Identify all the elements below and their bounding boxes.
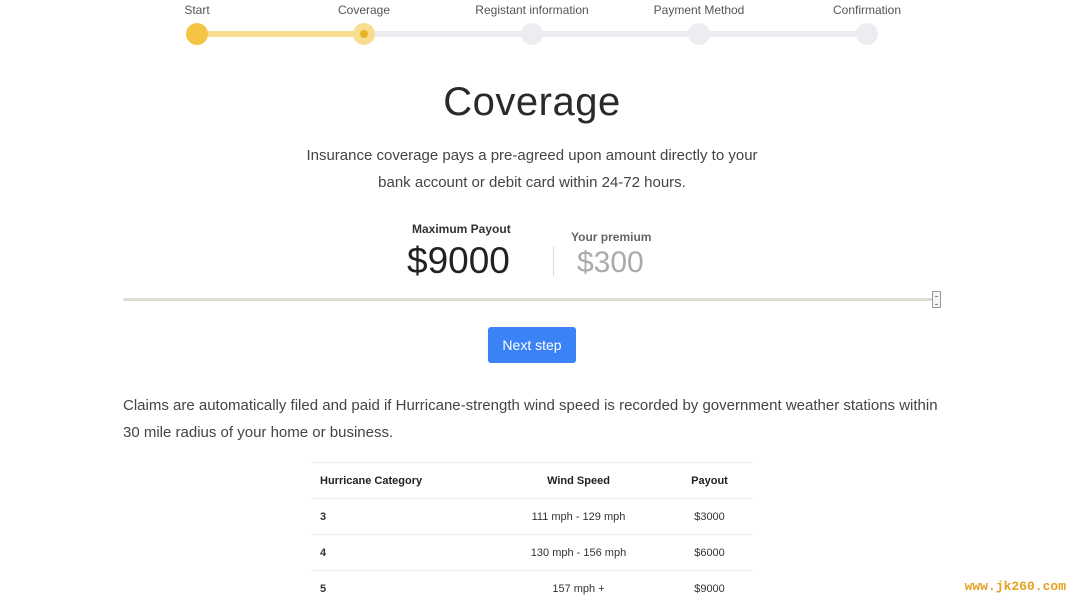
header-hurricane-category: Hurricane Category [311,462,491,499]
payout-divider [553,246,554,276]
step-dot-registrant[interactable] [521,23,543,45]
step-dot-payment[interactable] [688,23,710,45]
header-payout: Payout [666,462,753,499]
watermark-text: www.jk260.com [964,579,1066,594]
stepper-track-fill [197,31,365,37]
step-dot-start[interactable] [186,23,208,45]
payout-slider-handle[interactable] [932,291,941,308]
table-header-row: Hurricane Category Wind Speed Payout [311,462,753,499]
step-label-start: Start [184,3,210,17]
cell-payout: $6000 [666,534,753,571]
cell-wind-speed: 157 mph + [491,570,666,606]
subtitle-line-1: Insurance coverage pays a pre-agreed upo… [306,147,758,164]
next-step-button[interactable]: Next step [488,327,576,363]
premium-value: $300 [577,246,644,279]
step-dot-coverage[interactable] [353,23,375,45]
page-subtitle: Insurance coverage pays a pre-agreed upo… [0,142,1064,196]
table-row: 3 111 mph - 129 mph $3000 [311,498,753,535]
step-label-registrant: Registant information [475,3,589,17]
table-row: 5 157 mph + $9000 [311,570,753,606]
cell-category: 5 [311,570,491,606]
cell-wind-speed: 111 mph - 129 mph [491,498,666,535]
cell-wind-speed: 130 mph - 156 mph [491,534,666,571]
claims-description: Claims are automatically filed and paid … [123,397,938,441]
payout-table: Hurricane Category Wind Speed Payout 3 1… [311,462,753,606]
premium-label: Your premium [571,230,652,244]
step-label-coverage: Coverage [337,3,391,17]
payout-slider-track[interactable] [123,298,941,301]
step-label-confirmation: Confirmation [832,3,902,17]
step-dot-confirmation[interactable] [856,23,878,45]
progress-stepper: Start Coverage Registant information Pay… [0,0,1080,50]
max-payout-label: Maximum Payout [412,222,511,236]
subtitle-line-2: bank account or debit card within 24-72 … [378,174,686,191]
cell-payout: $9000 [666,570,753,606]
header-wind-speed: Wind Speed [491,462,666,499]
cell-payout: $3000 [666,498,753,535]
table-row: 4 130 mph - 156 mph $6000 [311,534,753,571]
cell-category: 3 [311,498,491,535]
max-payout-value: $9000 [407,240,510,281]
page-title: Coverage [443,80,621,124]
step-label-payment: Payment Method [653,3,745,17]
cell-category: 4 [311,534,491,571]
